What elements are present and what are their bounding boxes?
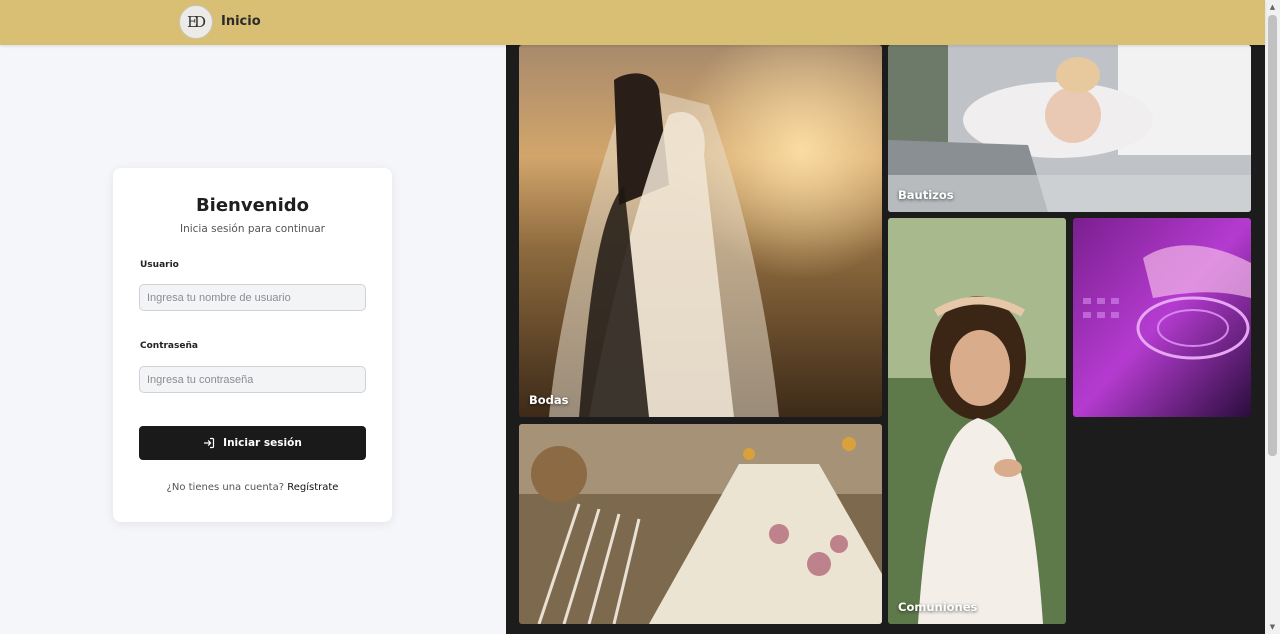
register-prompt: ¿No tienes una cuenta? Regístrate	[113, 482, 392, 493]
scroll-thumb[interactable]	[1268, 15, 1277, 456]
username-label: Usuario	[140, 260, 179, 270]
scroll-down-arrow-icon[interactable]: ▼	[1265, 620, 1280, 634]
gallery-tile-bautizos[interactable]: Bautizos	[888, 45, 1251, 212]
banquet-photo	[519, 424, 882, 624]
login-panel: Bienvenido Inicia sesión para continuar …	[0, 45, 506, 634]
gallery-tile-comuniones[interactable]: Comuniones	[888, 218, 1066, 624]
username-input[interactable]	[139, 284, 366, 311]
password-input[interactable]	[139, 366, 366, 393]
login-button-label: Iniciar sesión	[223, 437, 302, 449]
password-label: Contraseña	[140, 341, 198, 351]
baptism-photo	[888, 45, 1251, 212]
scroll-up-arrow-icon[interactable]: ▲	[1265, 0, 1280, 14]
logo-monogram: ED	[187, 13, 206, 31]
login-button[interactable]: Iniciar sesión	[139, 426, 366, 460]
tile-label-comuniones: Comuniones	[898, 600, 978, 614]
nav-home-link[interactable]: Inicio	[221, 14, 261, 29]
login-subtitle: Inicia sesión para continuar	[179, 223, 325, 235]
wedding-photo	[519, 45, 882, 417]
gallery-tile-banquete[interactable]	[519, 424, 882, 624]
tile-label-bodas: Bodas	[529, 393, 569, 407]
page-scrollbar[interactable]: ▲ ▼	[1265, 0, 1280, 634]
login-card: Bienvenido Inicia sesión para continuar …	[113, 168, 392, 522]
gallery-tile-dj[interactable]	[1073, 218, 1251, 417]
event-gallery: Bodas Bautizos Comuniones	[506, 45, 1265, 634]
register-link[interactable]: Regístrate	[287, 482, 338, 493]
login-title: Bienvenido	[195, 195, 310, 216]
communion-photo	[888, 218, 1066, 624]
top-navbar: ED Inicio	[0, 0, 1265, 45]
login-arrow-icon	[204, 437, 215, 449]
gallery-tile-bodas[interactable]: Bodas	[519, 45, 882, 417]
dj-photo	[1073, 218, 1251, 417]
brand-logo[interactable]: ED	[179, 5, 213, 39]
no-account-text: ¿No tienes una cuenta?	[166, 482, 285, 493]
tile-label-bautizos: Bautizos	[898, 188, 954, 202]
